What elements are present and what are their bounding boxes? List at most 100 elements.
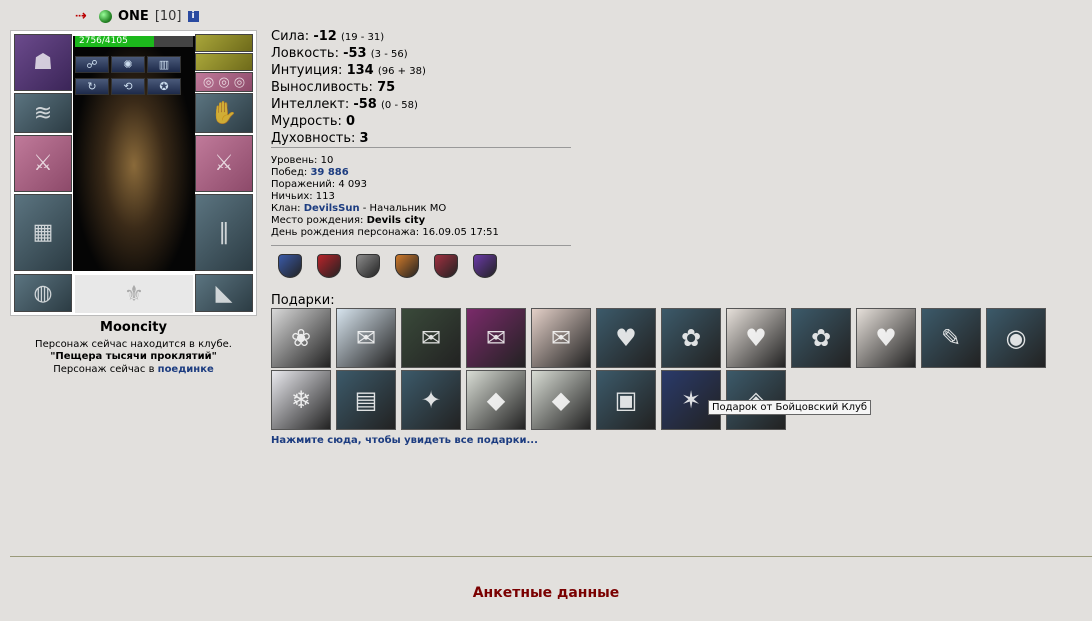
badge-icon[interactable] <box>317 254 341 278</box>
gift-item[interactable]: ❀ <box>271 308 331 368</box>
gift-item[interactable]: ♥ <box>596 308 656 368</box>
greaves-icon: ‖ <box>218 220 230 245</box>
armor-slot[interactable]: ▦ <box>14 194 72 271</box>
gift-icon: ✶ <box>680 386 702 414</box>
location-room: "Пещера тысячи проклятий" <box>50 351 217 362</box>
book-slot[interactable]: ▥ <box>147 56 181 73</box>
gift-icon: ✿ <box>810 324 832 352</box>
stat-row: Духовность: 3 <box>271 131 369 146</box>
bracers-slot[interactable]: ≋ <box>14 93 72 133</box>
scroll-slot-2[interactable]: ⟲ <box>111 78 145 95</box>
badge-icon[interactable] <box>395 254 419 278</box>
gift-item[interactable]: ◆ <box>466 370 526 430</box>
gloves-slot[interactable]: ✋ <box>195 93 253 133</box>
stat-row: Ловкость: -53 (3 - 56) <box>271 46 408 61</box>
gift-item[interactable]: ❄ <box>271 370 331 430</box>
info-block: Уровень: 10 Побед: 39 886 Поражений: 4 0… <box>271 155 499 239</box>
profile-section-title: Анкетные данные <box>472 585 620 601</box>
gift-icon: ✉ <box>485 324 507 352</box>
gift-icon: ❄ <box>290 386 312 414</box>
info-birthday: День рождения персонажа: 16.09.05 17:51 <box>271 227 499 238</box>
character-name: Mooncity <box>100 320 167 335</box>
amulet-slot[interactable]: ✺ <box>111 56 145 73</box>
info-level: Уровень: 10 <box>271 155 334 166</box>
gift-item[interactable]: ✿ <box>661 308 721 368</box>
weapon-left-slot[interactable]: ⚔ <box>14 135 72 192</box>
bracers-icon: ≋ <box>33 100 53 126</box>
character-nick[interactable]: ONE <box>118 9 149 24</box>
badge-icon[interactable] <box>356 254 380 278</box>
character-header: ⇢ ONE [10] i <box>75 7 199 25</box>
character-doll: ☗ ≋ ⚔ ▦ ◍ 2756/4105 ☍ ✺ ▥ ↻ ⟲ ✪ ⚜ ◎ ◎ ◎ … <box>10 30 257 316</box>
scroll-slot-1[interactable]: ↻ <box>75 78 109 95</box>
helmet-slot[interactable]: ☗ <box>14 34 72 91</box>
helmet-icon: ☗ <box>33 50 53 75</box>
footer-divider <box>10 556 1092 557</box>
gift-icon: ✉ <box>355 324 377 352</box>
ring-slot-1[interactable] <box>195 34 253 52</box>
scroll-slot-3[interactable]: ✪ <box>147 78 181 95</box>
ring-slot-2[interactable] <box>195 53 253 71</box>
gift-item[interactable]: ▣ <box>596 370 656 430</box>
gift-icon: ✉ <box>420 324 442 352</box>
gloves-icon: ✋ <box>210 100 238 126</box>
badges-row <box>278 254 497 278</box>
earring-slot[interactable]: ☍ <box>75 56 109 73</box>
gift-icon: ❀ <box>290 324 312 352</box>
gift-item[interactable]: ✉ <box>466 308 526 368</box>
divider <box>271 147 571 148</box>
battle-link[interactable]: поединке <box>158 364 214 375</box>
status-prefix: Персонаж сейчас в <box>53 364 155 375</box>
hp-text: 2756/4105 <box>79 36 128 46</box>
armor-icon: ▦ <box>32 220 54 245</box>
gift-icon: ◉ <box>1005 324 1027 352</box>
sword-icon: ⚔ <box>33 151 53 176</box>
stats-block: Сила: -12 (19 - 31) Ловкость: -53 (3 - 56… <box>271 29 426 148</box>
info-birthplace: Место рождения: Devils city <box>271 215 426 226</box>
rings-slot[interactable]: ◎ ◎ ◎ <box>195 72 253 92</box>
stat-row: Интеллект: -58 (0 - 58) <box>271 97 418 112</box>
legs-slot[interactable]: ‖ <box>195 194 253 271</box>
info-losses: Поражений: 4 093 <box>271 179 368 190</box>
sword-icon: ⚔ <box>214 151 234 176</box>
gift-icon: ✦ <box>420 386 442 414</box>
arrow-icon[interactable]: ⇢ <box>75 8 93 24</box>
character-level: [10] <box>154 8 182 24</box>
status-line: Персонаж сейчас в поединке <box>10 364 257 375</box>
info-draws: Ничьих: 113 <box>271 191 335 202</box>
gift-icon: ✉ <box>550 324 572 352</box>
gift-item[interactable]: ◉ <box>986 308 1046 368</box>
gifts-title: Подарки: <box>271 293 335 308</box>
gift-item[interactable]: ♥ <box>726 308 786 368</box>
hp-bar: 2756/4105 <box>75 36 193 47</box>
gift-item[interactable]: ✦ <box>401 370 461 430</box>
location-line: Персонаж сейчас находится в клубе. <box>35 339 232 350</box>
gift-item[interactable]: ✉ <box>531 308 591 368</box>
all-gifts-link[interactable]: Нажмите сюда, чтобы увидеть все подарки.… <box>271 435 538 446</box>
gift-icon: ✎ <box>940 324 962 352</box>
weapon-right-slot[interactable]: ⚔ <box>195 135 253 192</box>
gift-tooltip: Подарок от Бойцовский Клуб <box>708 400 872 415</box>
info-icon[interactable]: i <box>187 10 199 22</box>
wins-link[interactable]: 39 886 <box>310 167 348 178</box>
belt-slot[interactable]: ◍ <box>14 274 72 312</box>
gift-icon: ▣ <box>614 386 638 414</box>
gift-item[interactable]: ✎ <box>921 308 981 368</box>
badge-icon[interactable] <box>473 254 497 278</box>
badge-icon[interactable] <box>434 254 458 278</box>
alignment-orb-icon <box>99 9 112 23</box>
gift-item[interactable]: ✉ <box>401 308 461 368</box>
info-wins: Побед: 39 886 <box>271 167 349 178</box>
gift-item[interactable]: ▤ <box>336 370 396 430</box>
badge-icon[interactable] <box>278 254 302 278</box>
stat-row: Выносливость: 75 <box>271 80 396 95</box>
gift-item[interactable]: ✿ <box>791 308 851 368</box>
gift-icon: ◆ <box>551 386 571 414</box>
stat-row: Интуиция: 134 (96 + 38) <box>271 63 426 78</box>
boots-slot[interactable]: ◣ <box>195 274 253 312</box>
stat-row: Сила: -12 (19 - 31) <box>271 29 385 44</box>
gift-item[interactable]: ✉ <box>336 308 396 368</box>
gift-item[interactable]: ♥ <box>856 308 916 368</box>
gift-item[interactable]: ◆ <box>531 370 591 430</box>
clan-link[interactable]: DevilsSun <box>304 203 360 214</box>
